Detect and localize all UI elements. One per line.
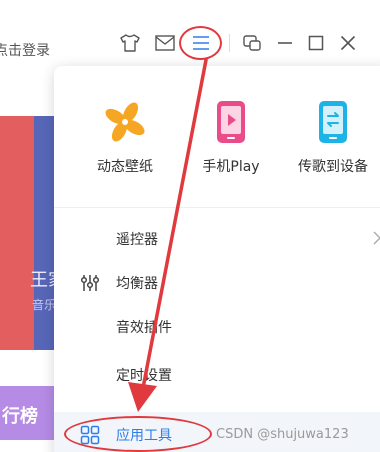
menu-item-remote-control[interactable]: 遥控器 bbox=[54, 216, 380, 262]
phone-play-icon bbox=[185, 96, 277, 148]
title-separator bbox=[229, 34, 230, 52]
transfer-songs-label: 传歌到设备 bbox=[298, 159, 368, 175]
chevron-right-icon bbox=[373, 231, 380, 245]
phone-play-label: 手机Play bbox=[202, 159, 260, 175]
mail-icon[interactable] bbox=[152, 30, 178, 56]
phone-transfer-icon bbox=[287, 96, 379, 148]
dynamic-wallpaper-button[interactable]: 动态壁纸 bbox=[79, 96, 171, 176]
ranking-label: 行榜 bbox=[2, 406, 38, 427]
menu-item-label: 音效插件 bbox=[116, 320, 172, 336]
menu-item-audio-plugins[interactable]: 音效插件 bbox=[54, 304, 380, 350]
pinwheel-icon bbox=[79, 96, 171, 148]
transfer-songs-button[interactable]: 传歌到设备 bbox=[287, 96, 379, 176]
menu-item-equalizer[interactable]: 均衡器 bbox=[54, 260, 380, 306]
phone-play-button[interactable]: 手机Play bbox=[185, 96, 277, 176]
menu-divider bbox=[54, 207, 380, 208]
banner-red-layer bbox=[0, 116, 34, 350]
equalizer-icon bbox=[80, 275, 100, 291]
main-menu-panel: 动态壁纸 手机Play 传歌到设备 遥控器 均衡器 音效插件 定时设置 应用工具 bbox=[54, 66, 380, 452]
title-bar: 点击登录 bbox=[0, 0, 380, 62]
banner-card[interactable]: 王家 音乐 bbox=[0, 116, 60, 350]
watermark-text: CSDN @shujuwa123 bbox=[216, 427, 349, 442]
close-icon[interactable] bbox=[335, 30, 361, 56]
minimize-icon[interactable] bbox=[272, 30, 298, 56]
mini-mode-icon[interactable] bbox=[239, 30, 265, 56]
app-tools-highlight-ellipse bbox=[64, 416, 212, 452]
menu-item-label: 定时设置 bbox=[116, 368, 172, 384]
tshirt-icon[interactable] bbox=[117, 30, 143, 56]
login-link[interactable]: 点击登录 bbox=[0, 40, 50, 60]
menu-item-label: 均衡器 bbox=[116, 276, 158, 292]
dynamic-wallpaper-label: 动态壁纸 bbox=[97, 159, 153, 175]
menu-item-timer[interactable]: 定时设置 bbox=[54, 352, 380, 398]
menu-item-label: 遥控器 bbox=[116, 232, 158, 248]
maximize-icon[interactable] bbox=[303, 30, 329, 56]
menu-highlight-circle bbox=[179, 26, 222, 60]
banner-subtitle: 音乐 bbox=[32, 298, 57, 312]
ranking-banner[interactable]: 行榜 bbox=[0, 386, 60, 440]
